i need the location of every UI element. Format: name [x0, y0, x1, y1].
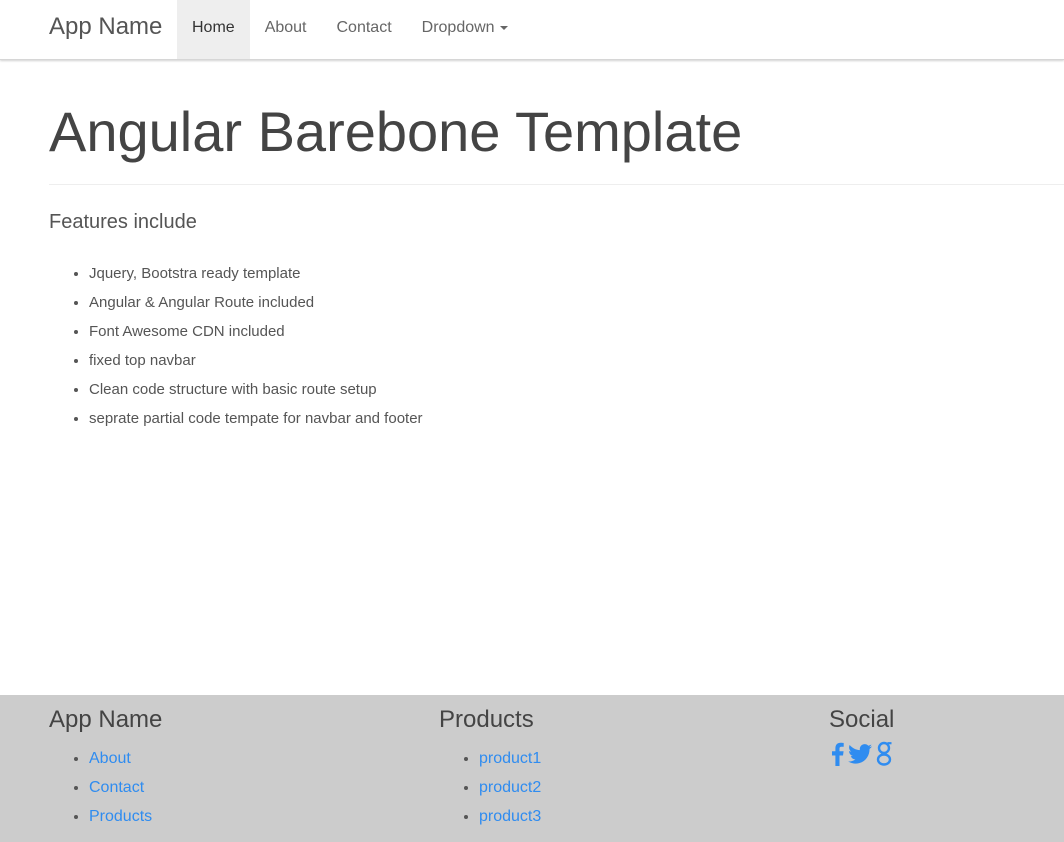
facebook-icon[interactable]: [829, 742, 845, 771]
feature-item: Jquery, Bootstra ready template: [89, 259, 423, 288]
feature-list: Jquery, Bootstra ready template Angular …: [89, 259, 423, 433]
footer: App Name About Contact Products Products…: [0, 695, 1064, 842]
footer-heading-app: App Name: [49, 706, 163, 733]
nav-link-home[interactable]: Home: [177, 0, 250, 59]
footer-list-item: Products: [89, 802, 152, 831]
footer-list-item: product2: [479, 773, 541, 802]
feature-item: Font Awesome CDN included: [89, 317, 423, 346]
footer-link-contact[interactable]: Contact: [89, 779, 144, 796]
footer-link-product3[interactable]: product3: [479, 808, 541, 825]
feature-item: Clean code structure with basic route se…: [89, 375, 423, 404]
nav-link-contact[interactable]: Contact: [322, 0, 407, 59]
nav-item-home: Home: [177, 0, 250, 59]
footer-link-product1[interactable]: product1: [479, 750, 541, 767]
navbar-menu: Home About Contact Dropdown: [177, 0, 523, 59]
nav-item-contact: Contact: [322, 0, 407, 59]
footer-links-products: product1 product2 product3: [479, 744, 541, 831]
nav-dropdown-toggle[interactable]: Dropdown: [407, 0, 523, 59]
navbar-brand[interactable]: App Name: [49, 12, 162, 42]
feature-item: Angular & Angular Route included: [89, 288, 423, 317]
feature-item: fixed top navbar: [89, 346, 423, 375]
nav-item-about: About: [250, 0, 322, 59]
google-plus-icon[interactable]: [875, 741, 893, 772]
footer-link-about[interactable]: About: [89, 750, 131, 767]
nav-dropdown-label: Dropdown: [421, 19, 495, 36]
footer-list-item: product1: [479, 744, 541, 773]
footer-heading-products: Products: [439, 706, 534, 733]
footer-heading-social: Social: [829, 706, 895, 733]
footer-list-item: Contact: [89, 773, 152, 802]
footer-links-app: About Contact Products: [89, 744, 152, 831]
footer-link-product2[interactable]: product2: [479, 779, 541, 796]
caret-down-icon: [499, 25, 508, 30]
features-heading: Features include: [49, 211, 197, 233]
footer-list-item: About: [89, 744, 152, 773]
top-navbar: App Name Home About Contact Dropdown: [0, 0, 1064, 60]
feature-item: seprate partial code tempate for navbar …: [89, 404, 423, 433]
twitter-icon[interactable]: [848, 743, 872, 770]
footer-link-products[interactable]: Products: [89, 808, 152, 825]
social-icons: [829, 741, 896, 772]
page-title: Angular Barebone Template: [49, 100, 743, 163]
nav-link-about[interactable]: About: [250, 0, 322, 59]
footer-list-item: product3: [479, 802, 541, 831]
nav-item-dropdown: Dropdown: [407, 0, 523, 59]
title-divider: [49, 184, 1064, 185]
